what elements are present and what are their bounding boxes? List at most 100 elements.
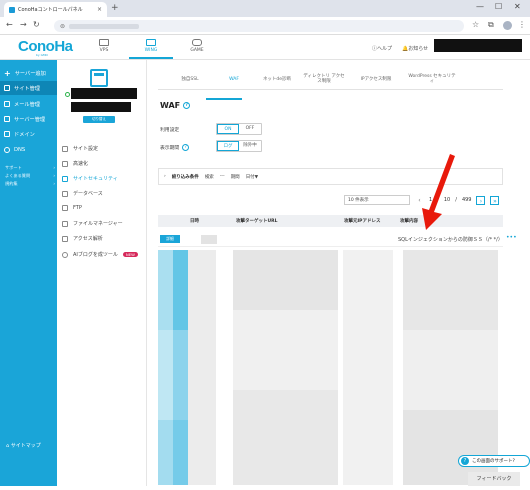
- sidebar: + サーバー追加 サイト管理 メール管理 サーバー管理 ドメイン DNS サポー…: [0, 60, 57, 486]
- help-circle-icon[interactable]: ?: [182, 144, 190, 151]
- tab-wordpress-security[interactable]: WordPress セキュリティ: [408, 74, 456, 84]
- site-info-icon[interactable]: ⊜: [60, 23, 65, 30]
- forward-icon[interactable]: →: [20, 20, 27, 29]
- feedback-button[interactable]: フィードバック: [468, 472, 520, 486]
- table-row: 詳細 SQLインジェクションからの防御ＳＳ（/* */） •••: [158, 232, 517, 247]
- browser-tab[interactable]: ConoHaコントロールパネル ×: [4, 2, 107, 17]
- filter-period: 期間: [230, 174, 240, 180]
- page-title-text: WAF: [160, 101, 181, 110]
- redacted-log-rows: [158, 250, 498, 485]
- site-menu-ftp[interactable]: FTP: [62, 205, 82, 211]
- sidebar-sub-faq[interactable]: よくある質問 ›: [5, 173, 55, 179]
- minimize-button[interactable]: —: [476, 2, 484, 11]
- site-switch-button[interactable]: 切り替え: [83, 116, 115, 123]
- site-menu-label: サイトセキュリティ: [73, 176, 118, 182]
- tab-net-diagnosis[interactable]: ネットde診断: [256, 77, 298, 82]
- support-button[interactable]: ? この画面のサポート?: [458, 455, 530, 467]
- site-menu-ai-blog[interactable]: AIブログを成ツール NEW: [62, 251, 138, 258]
- tab-directory-access[interactable]: ディレクトリ アクセス制限: [302, 74, 346, 84]
- last-page-button[interactable]: »: [490, 195, 500, 205]
- chevron-right-icon: ›: [53, 173, 55, 178]
- bookmark-star-icon[interactable]: ☆: [472, 20, 479, 29]
- period-label-text: 表示期間: [160, 146, 180, 151]
- per-page-select[interactable]: 10 件表示: [344, 195, 410, 205]
- more-options-icon[interactable]: •••: [506, 234, 517, 241]
- dns-icon: [4, 147, 10, 153]
- extension-icon[interactable]: ⧉: [488, 20, 494, 30]
- server-icon: [99, 39, 109, 46]
- attack-type-cell: SQLインジェクションからの防御ＳＳ（/* */）: [398, 237, 503, 243]
- site-thumbnail-icon: [90, 69, 108, 87]
- service-wing[interactable]: WING: [131, 39, 171, 53]
- new-tab-button[interactable]: +: [111, 3, 119, 13]
- filter-dash: ---: [219, 174, 225, 179]
- site-menu-security[interactable]: サイトセキュリティ: [62, 175, 118, 182]
- window-close-button[interactable]: ✕: [514, 2, 521, 11]
- sidebar-item-add-server[interactable]: + サーバー追加: [0, 66, 57, 80]
- sitemap-label: サイトマップ: [10, 443, 41, 449]
- sidebar-sub-terms[interactable]: 規約集 ›: [5, 181, 55, 187]
- tab-title: ConoHaコントロールパネル: [18, 7, 83, 13]
- usage-off-button[interactable]: OFF: [239, 124, 261, 134]
- usage-toggle: ON OFF: [216, 123, 262, 135]
- site-menu-speed[interactable]: 高速化: [62, 160, 88, 167]
- maximize-button[interactable]: ☐: [495, 2, 502, 11]
- site-menu-analytics[interactable]: アクセス解析: [62, 235, 103, 242]
- app-header: ConoHa by GMO VPS WING GAME ⓘヘルプ 🔔お知らせ: [0, 35, 530, 60]
- chart-icon: [62, 235, 68, 242]
- sidebar-item-mail[interactable]: メール管理: [0, 97, 57, 111]
- sidebar-item-label: サーバー管理: [14, 116, 46, 123]
- service-vps[interactable]: VPS: [84, 39, 124, 53]
- service-game[interactable]: GAME: [177, 39, 217, 53]
- tab-waf[interactable]: WAF: [216, 77, 252, 82]
- account-name-redacted[interactable]: [434, 39, 522, 52]
- usage-on-button[interactable]: ON: [217, 124, 239, 134]
- sidebar-item-site[interactable]: サイト管理: [0, 81, 57, 95]
- ftp-icon: [62, 205, 68, 211]
- back-icon[interactable]: ←: [6, 20, 13, 29]
- service-vps-label: VPS: [99, 48, 109, 53]
- sidebar-sub-label: よくある質問: [5, 173, 31, 178]
- tab-ssl[interactable]: 独自SSL: [170, 77, 210, 82]
- notice-link[interactable]: 🔔お知らせ: [402, 45, 428, 52]
- help-link[interactable]: ⓘヘルプ: [372, 45, 392, 52]
- sidebar-item-dns[interactable]: DNS: [0, 143, 57, 157]
- filter-date: 日付▼: [245, 174, 259, 180]
- sidebar-sub-support[interactable]: サポート ›: [5, 165, 55, 171]
- period-label: 表示期間?: [160, 144, 190, 151]
- usage-label: 利用設定: [160, 128, 180, 133]
- browser-menu-icon[interactable]: ⋮: [518, 20, 526, 29]
- url-text-redacted: [69, 23, 140, 29]
- sidebar-item-domain[interactable]: ドメイン: [0, 127, 57, 141]
- site-menu-database[interactable]: データベース: [62, 190, 103, 197]
- sidebar-item-label: メール管理: [14, 101, 40, 108]
- site-domain-redacted: [71, 102, 131, 112]
- sitemap-link[interactable]: ⌂ サイトマップ: [6, 442, 41, 449]
- chevron-right-icon: ›: [164, 174, 166, 179]
- main-content: 独自SSL WAF ネットde診断 ディレクトリ アクセス制限 IPアクセス制限…: [148, 60, 530, 486]
- next-page-button[interactable]: ›: [476, 195, 486, 205]
- site-menu-file-manager[interactable]: ファイルマネージャー: [62, 220, 123, 227]
- detail-button[interactable]: 詳細: [160, 235, 180, 243]
- gamepad-icon: [192, 39, 202, 46]
- settings-icon: [62, 145, 68, 152]
- site-menu-label: 高速化: [73, 161, 89, 167]
- server-icon: [4, 116, 10, 122]
- period-log-button[interactable]: ログ: [217, 141, 239, 151]
- datetime-redacted: [201, 235, 217, 244]
- url-field[interactable]: ⊜: [54, 20, 464, 32]
- browser-tabbar: ConoHaコントロールパネル × + — ☐ ✕: [0, 0, 530, 17]
- profile-avatar[interactable]: [503, 21, 512, 30]
- col-datetime: 日時: [190, 219, 199, 224]
- site-menu-settings[interactable]: サイト設定: [62, 145, 98, 152]
- help-circle-icon[interactable]: ?: [183, 102, 191, 109]
- speed-icon: [62, 160, 68, 167]
- sidebar-item-server[interactable]: サーバー管理: [0, 112, 57, 126]
- tab-close-icon[interactable]: ×: [97, 6, 102, 13]
- new-badge: NEW: [122, 252, 138, 257]
- period-exclude-button[interactable]: 除外中: [239, 141, 261, 151]
- domain-icon: [4, 131, 10, 137]
- active-service-underline: [129, 57, 173, 59]
- tab-ip-access[interactable]: IPアクセス制限: [350, 77, 402, 82]
- reload-icon[interactable]: ↻: [33, 20, 40, 29]
